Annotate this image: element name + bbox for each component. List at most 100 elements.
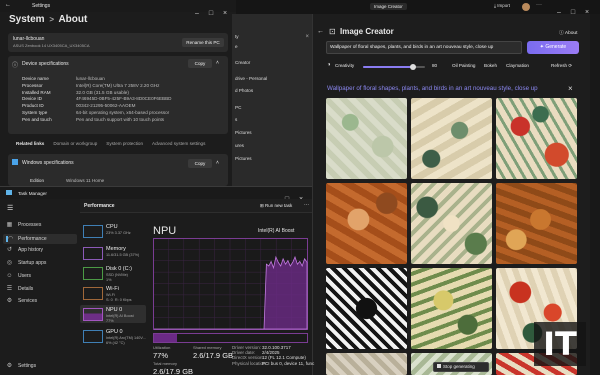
generated-image-7[interactable] [326, 268, 407, 349]
perf-item-cpu[interactable]: CPU 23% 3.37 GHz [80, 222, 146, 240]
style-chip-bokeh[interactable]: Bokeh [484, 63, 497, 68]
about-button[interactable]: ⓘ About [559, 29, 577, 36]
nav-app-history[interactable]: ↺ App history [6, 247, 43, 253]
perf-item-wifi[interactable]: Wi-Fi Wi-Fi S: 0 R: 0 Kbps [80, 284, 146, 302]
device-name-title: lunar-llcbouan [13, 36, 45, 42]
total-memory-label: Total memory [153, 361, 178, 366]
spec-row: Product ID 00342-21295-50062-AAOEM [22, 103, 136, 109]
taskmgr-title: Task Manager [18, 191, 47, 196]
generated-image-5[interactable] [411, 183, 492, 264]
perf-item-disk[interactable]: Disk 0 (C:) SSD (NVMe) 1% [80, 264, 146, 282]
nav-startup-apps[interactable]: ◎ Startup apps [6, 260, 46, 266]
nav-settings[interactable]: ⚙ Settings [6, 363, 36, 369]
task-manager-window: Task Manager –□× ☰ ▦Processes ◠Performan… [0, 186, 315, 375]
gpu-mini-graph [83, 330, 103, 343]
nav-details[interactable]: ☰ Details [6, 286, 34, 292]
refresh-button[interactable]: Refresh ⟳ [551, 63, 572, 69]
perf-item-memory[interactable]: Memory 11.6/31.5 GB (37%) [80, 244, 146, 262]
breadcrumb: System > About [9, 14, 87, 25]
creativity-slider-thumb[interactable] [409, 64, 416, 70]
explorer-item[interactable]: Pictures [235, 156, 252, 161]
npu-title: NPU [153, 225, 177, 237]
taskmgr-titlebar: Task Manager –□× [0, 187, 312, 203]
copy-windows-specs-button[interactable]: Copy [188, 159, 212, 168]
back-icon[interactable]: ← [5, 2, 11, 8]
generated-image-6[interactable] [496, 183, 577, 264]
perf-item-npu[interactable]: NPU 0 Intel(R) AI Boost 77% [80, 305, 146, 323]
nav-performance[interactable]: ◠ Performance [3, 234, 77, 244]
prompt-input[interactable]: Wallpaper of floral shapes, plants, and … [326, 41, 522, 54]
import-button[interactable]: ⤓ Import [494, 3, 510, 8]
more-options-icon[interactable]: ··· [536, 2, 542, 8]
perf-section-title: Performance [84, 203, 115, 209]
startup-icon: ◎ [6, 260, 13, 266]
run-new-task-button[interactable]: ⊞ Run new task [260, 203, 292, 209]
breadcrumb-separator: > [49, 15, 55, 24]
minimize-icon[interactable]: – [190, 10, 204, 17]
details-icon: ☰ [6, 286, 13, 292]
windows-specs-title: Windows specifications [22, 160, 74, 166]
explorer-item[interactable]: Pictures [235, 130, 252, 135]
creativity-label: Creativity [335, 63, 355, 68]
utilization-label: Utilization [153, 345, 171, 350]
generated-image-8[interactable] [411, 268, 492, 349]
chevron-up-icon[interactable]: ˄ [216, 160, 219, 166]
generate-button[interactable]: ✦ Generate [527, 41, 579, 54]
generated-image-4[interactable] [326, 183, 407, 264]
stop-icon [437, 364, 441, 368]
back-icon[interactable]: ← [317, 28, 324, 35]
related-link-advanced[interactable]: Advanced system settings [152, 141, 205, 146]
more-options-icon[interactable]: ··· [304, 202, 309, 208]
generated-image-1[interactable] [326, 98, 407, 179]
related-link-protection[interactable]: System protection [106, 141, 143, 146]
scrollbar[interactable] [590, 14, 600, 375]
explorer-item[interactable]: PC [235, 105, 241, 110]
chevron-up-icon[interactable]: ˄ [216, 60, 219, 66]
avatar[interactable] [522, 3, 530, 11]
generated-image-2[interactable] [411, 98, 492, 179]
creator-window-title: Image Creator [370, 3, 407, 10]
npu-device-name: Intel(R) AI Boost [258, 228, 295, 234]
explorer-item[interactable]: d Photos [235, 88, 253, 93]
explorer-item[interactable]: e [235, 44, 238, 49]
generated-image-3[interactable] [496, 98, 577, 179]
stop-generating-button[interactable]: Stop generating [433, 362, 489, 372]
explorer-item[interactable]: Creator [235, 60, 250, 65]
shared-memory-label: Shared memory [193, 345, 222, 350]
menu-hamburger-icon[interactable]: ☰ [7, 204, 13, 212]
related-link-domain[interactable]: Domain or workgroup [53, 141, 97, 146]
style-chip-claymation[interactable]: Claymation [506, 63, 529, 68]
breadcrumb-parent[interactable]: System [9, 14, 45, 25]
users-icon: ☺ [6, 273, 13, 279]
nav-users[interactable]: ☺ Users [6, 273, 31, 279]
windows-specs-card: Windows specifications Copy ˄ Edition Win… [8, 154, 228, 186]
result-title: Wallpaper of floral shapes, plants, and … [327, 85, 538, 92]
copy-specs-button[interactable]: Copy [188, 59, 212, 68]
generated-image-10[interactable] [326, 353, 407, 375]
rename-pc-button[interactable]: Rename this PC [182, 38, 224, 47]
close-results-icon[interactable]: × [568, 84, 573, 93]
device-model: ASUS Zenbook 14 UX3405CA_UX3405CA [13, 43, 90, 48]
explorer-item[interactable]: drive - Personal [235, 76, 267, 81]
close-icon[interactable]: × [305, 34, 309, 40]
related-links: Related links Domain or workgroup System… [16, 141, 205, 146]
shared-memory-value: 2.6/17.9 GB [193, 351, 234, 360]
device-name-card: lunar-llcbouan ASUS Zenbook 14 UX3405CA_… [8, 33, 228, 52]
explorer-item[interactable]: ures [235, 143, 244, 148]
memory-mini-graph [83, 247, 103, 260]
creativity-slider[interactable] [363, 64, 425, 70]
npu-memory-bar [153, 333, 308, 343]
spec-row: System type 64-bit operating system, x64-… [22, 109, 170, 115]
spec-row: Processor Intel(R) Core(TM) Ultra 7 258V … [22, 82, 160, 88]
nav-processes[interactable]: ▦ Processes [6, 222, 42, 228]
style-chip-oil-painting[interactable]: Oil Painting [452, 63, 476, 68]
maximize-icon[interactable]: □ [204, 10, 218, 17]
close-icon[interactable]: × [218, 10, 232, 17]
perf-item-gpu[interactable]: GPU 0 Intel(R) Arc(TM) 140V... 6% (42 °C) [80, 327, 146, 345]
explorer-item[interactable]: ty [235, 34, 239, 39]
settings-titlebar: ← Settings – □ × [0, 0, 236, 17]
explorer-item[interactable]: s [235, 117, 237, 122]
npu-driver-values: 32.0.100.3717 2/4/2025 12 (FL 12.1 Compu… [262, 345, 315, 366]
nav-services[interactable]: ⚙ Services [6, 298, 37, 304]
background-explorer-window: × ty e Creator drive - Personal d Photos… [232, 14, 312, 186]
